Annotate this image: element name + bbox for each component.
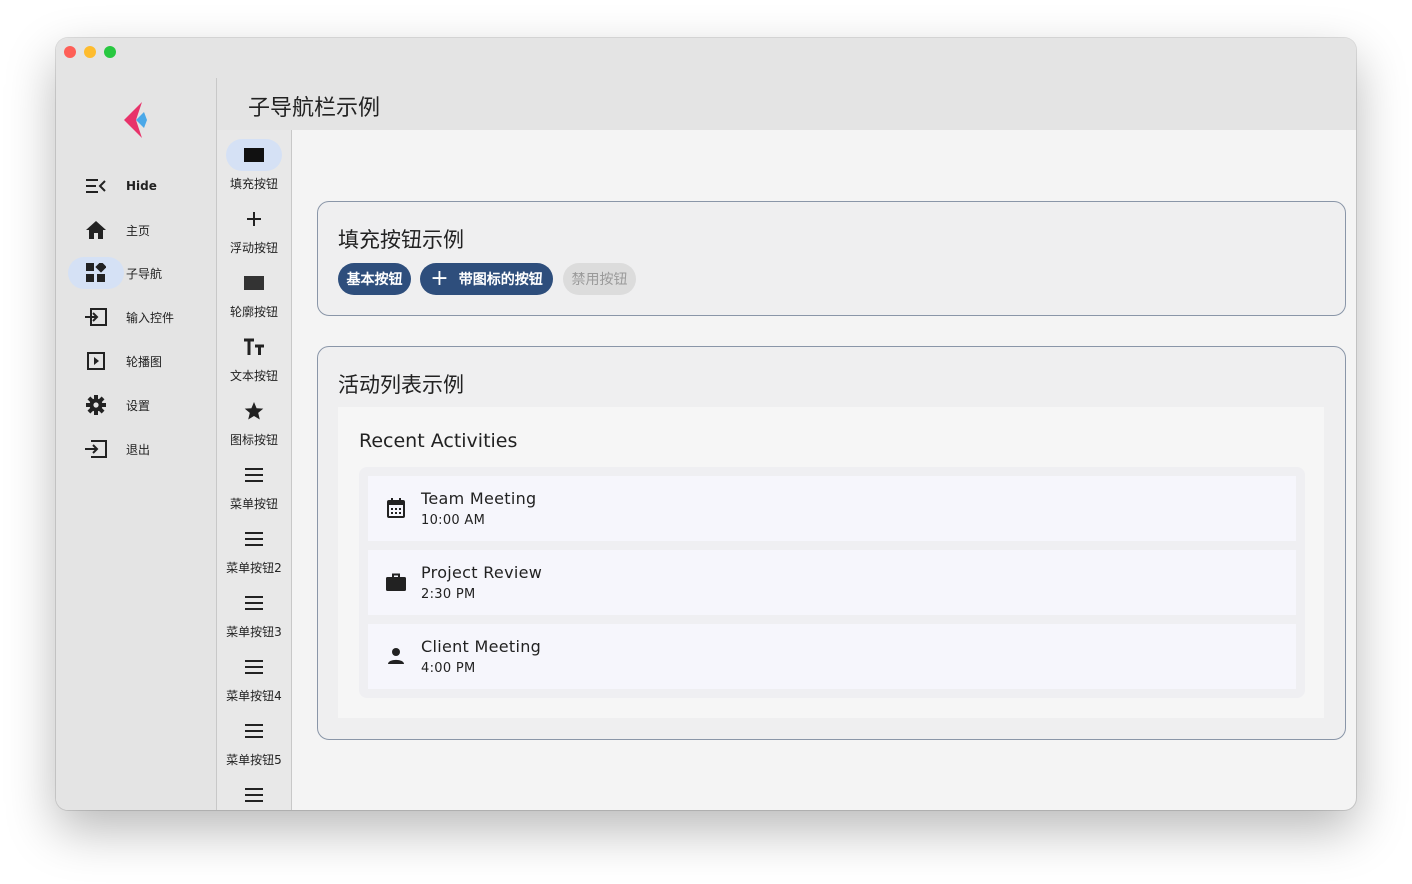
briefcase-icon xyxy=(384,570,408,594)
minimize-window-button[interactable] xyxy=(84,46,96,58)
subrail-divider xyxy=(291,130,292,810)
icon-button[interactable]: + 带图标的按钮 xyxy=(420,263,553,295)
plus-icon xyxy=(226,203,282,235)
filled-button-card: 填充按钮示例 基本按钮 + 带图标的按钮 禁用按钮 xyxy=(317,201,1346,316)
rail-item-carousel[interactable]: 轮播图 xyxy=(68,344,208,378)
rail-item-label: 输入控件 xyxy=(126,310,175,325)
disabled-button: 禁用按钮 xyxy=(563,263,636,295)
subnav-item-label: 文本按钮 xyxy=(229,369,278,383)
rail-item-subnav[interactable]: 子导航 xyxy=(68,256,208,290)
home-icon xyxy=(68,214,124,246)
subnav-item-label: 菜单按钮 xyxy=(229,497,278,511)
activity-title: Client Meeting xyxy=(421,637,542,656)
dashboard-icon xyxy=(68,257,124,289)
activity-time: 10:00 AM xyxy=(421,513,486,528)
activity-panel: Recent Activities Team Meeting 10:00 AM … xyxy=(338,407,1324,718)
menu-icon xyxy=(226,523,282,555)
menu-icon xyxy=(226,651,282,683)
subnav-item-menu-button-4[interactable]: 菜单按钮4 xyxy=(217,651,291,711)
sub-navigation-rail: 填充按钮 浮动按钮 轮廓按钮 文本按钮 图标按钮 菜单按钮 菜单按钮2 菜单按钮… xyxy=(217,130,291,810)
subnav-item-filled-button[interactable]: 填充按钮 xyxy=(217,139,291,199)
app-logo xyxy=(124,102,147,138)
rail-item-label: 设置 xyxy=(126,398,151,413)
rail-item-settings[interactable]: 设置 xyxy=(68,388,208,422)
subnav-item-icon-button[interactable]: 图标按钮 xyxy=(217,395,291,455)
subnav-item-label: 菜单按钮4 xyxy=(226,689,282,703)
button-label: 禁用按钮 xyxy=(571,272,628,288)
subnav-item-fab[interactable]: 浮动按钮 xyxy=(217,203,291,263)
menu-collapse-icon xyxy=(68,170,124,202)
rail-item-hide[interactable]: Hide xyxy=(68,169,208,203)
subnav-item-label: 菜单按钮2 xyxy=(226,561,282,575)
subnav-item-label: 轮廓按钮 xyxy=(229,305,278,319)
menu-icon xyxy=(226,715,282,747)
rect-icon xyxy=(226,267,282,299)
rail-item-label: Hide xyxy=(126,179,157,193)
activity-list: Team Meeting 10:00 AM Project Review 2:3… xyxy=(359,467,1305,698)
rail-item-label: 退出 xyxy=(126,442,151,457)
play-icon xyxy=(68,345,124,377)
rail-item-logout[interactable]: 退出 xyxy=(68,432,208,466)
filled-rect-icon xyxy=(226,139,282,171)
rail-item-label: 主页 xyxy=(126,223,151,238)
gear-icon xyxy=(68,389,124,421)
calendar-icon xyxy=(384,496,408,520)
activity-time: 4:00 PM xyxy=(421,661,476,676)
logout-icon xyxy=(68,433,124,465)
page-header: 子导航栏示例 xyxy=(217,78,1356,130)
subnav-item-menu-button-3[interactable]: 菜单按钮3 xyxy=(217,587,291,647)
activity-list-card: 活动列表示例 Recent Activities Team Meeting 10… xyxy=(317,346,1346,740)
rail-item-label: 轮播图 xyxy=(126,354,163,369)
basic-button[interactable]: 基本按钮 xyxy=(338,263,411,295)
activity-title: Project Review xyxy=(421,563,543,582)
button-label: 带图标的按钮 xyxy=(458,272,543,288)
activity-time: 2:30 PM xyxy=(421,587,476,602)
menu-icon xyxy=(226,779,282,810)
star-icon xyxy=(226,395,282,427)
subnav-item-label: 菜单按钮5 xyxy=(226,753,282,767)
subnav-item-menu-button-6[interactable] xyxy=(217,779,291,810)
activity-item[interactable]: Team Meeting 10:00 AM xyxy=(368,476,1296,541)
subnav-item-label: 图标按钮 xyxy=(229,433,278,447)
subnav-item-outlined-button[interactable]: 轮廓按钮 xyxy=(217,267,291,327)
subnav-item-label: 浮动按钮 xyxy=(229,241,278,255)
menu-icon xyxy=(226,459,282,491)
activity-item[interactable]: Client Meeting 4:00 PM xyxy=(368,624,1296,689)
subnav-item-menu-button-2[interactable]: 菜单按钮2 xyxy=(217,523,291,583)
rail-item-home[interactable]: 主页 xyxy=(68,213,208,247)
text-icon xyxy=(226,331,282,363)
close-window-button[interactable] xyxy=(64,46,76,58)
card-title: 活动列表示例 xyxy=(338,373,464,397)
page-title: 子导航栏示例 xyxy=(248,96,381,121)
subnav-item-text-button[interactable]: 文本按钮 xyxy=(217,331,291,391)
subnav-item-label: 填充按钮 xyxy=(229,177,278,191)
button-label: 基本按钮 xyxy=(346,272,403,288)
activity-title: Team Meeting xyxy=(421,489,537,508)
title-bar xyxy=(56,38,1356,78)
subnav-item-menu-button[interactable]: 菜单按钮 xyxy=(217,459,291,519)
input-icon xyxy=(68,301,124,333)
menu-icon xyxy=(226,587,282,619)
rail-item-label: 子导航 xyxy=(126,266,163,281)
app-window: Hide 主页 子导航 输入控件 轮播图 设置 退出 子导航栏示例 填充按钮 浮… xyxy=(56,38,1356,810)
rail-item-input[interactable]: 输入控件 xyxy=(68,300,208,334)
subnav-item-label: 菜单按钮3 xyxy=(226,625,282,639)
activity-item[interactable]: Project Review 2:30 PM xyxy=(368,550,1296,615)
person-icon xyxy=(384,644,408,668)
subnav-item-menu-button-5[interactable]: 菜单按钮5 xyxy=(217,715,291,775)
maximize-window-button[interactable] xyxy=(104,46,116,58)
activity-heading: Recent Activities xyxy=(359,430,518,452)
card-title: 填充按钮示例 xyxy=(338,228,464,252)
plus-icon: + xyxy=(430,266,449,291)
